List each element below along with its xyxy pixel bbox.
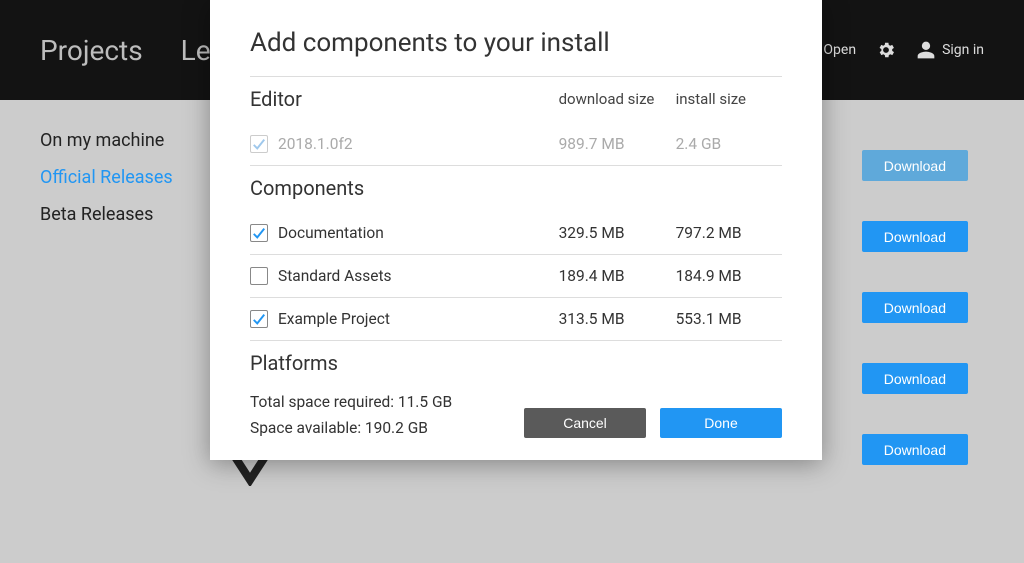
- download-button-column: Download Download Download Download Down…: [862, 150, 968, 465]
- checkbox-standard-assets[interactable]: [250, 267, 268, 285]
- signin-button[interactable]: Sign in: [916, 40, 984, 60]
- add-components-modal: Add components to your install Editor do…: [210, 0, 822, 460]
- component-install-size: 797.2 MB: [676, 212, 782, 254]
- component-name: Example Project: [278, 310, 390, 328]
- cancel-button[interactable]: Cancel: [524, 408, 646, 438]
- sidebar: On my machine Official Releases Beta Rel…: [40, 130, 173, 225]
- component-download-size: 189.4 MB: [559, 255, 676, 298]
- section-platforms: Platforms: [250, 345, 338, 375]
- section-editor: Editor: [250, 81, 302, 111]
- section-components: Components: [250, 170, 364, 200]
- column-download-size: download size: [559, 77, 676, 124]
- gear-icon: [876, 40, 896, 60]
- editor-download-size: 989.7 MB: [559, 123, 676, 165]
- component-row-example-project[interactable]: Example Project 313.5 MB 553.1 MB: [250, 298, 782, 341]
- component-row-documentation[interactable]: Documentation 329.5 MB 797.2 MB: [250, 212, 782, 254]
- components-table: Editor download size install size 2018.1…: [250, 76, 782, 387]
- sidebar-item-my-machine[interactable]: On my machine: [40, 130, 173, 151]
- download-button[interactable]: Download: [862, 363, 968, 394]
- checkbox-editor: [250, 135, 268, 153]
- checkbox-example-project[interactable]: [250, 310, 268, 328]
- component-download-size: 329.5 MB: [559, 212, 676, 254]
- column-install-size: install size: [676, 77, 782, 124]
- sidebar-item-beta-releases[interactable]: Beta Releases: [40, 204, 173, 225]
- component-download-size: 313.5 MB: [559, 298, 676, 341]
- check-icon: [252, 226, 266, 240]
- done-button[interactable]: Done: [660, 408, 782, 438]
- component-name: Documentation: [278, 224, 384, 242]
- component-install-size: 553.1 MB: [676, 298, 782, 341]
- modal-title: Add components to your install: [250, 28, 782, 58]
- download-button[interactable]: Download: [862, 434, 968, 465]
- nav-projects[interactable]: Projects: [40, 34, 143, 67]
- sidebar-item-official-releases[interactable]: Official Releases: [40, 167, 173, 188]
- settings-button[interactable]: [876, 40, 896, 60]
- open-label: Open: [823, 42, 856, 58]
- component-row-standard-assets[interactable]: Standard Assets 189.4 MB 184.9 MB: [250, 255, 782, 298]
- download-button[interactable]: Download: [862, 150, 968, 181]
- user-icon: [916, 40, 936, 60]
- component-install-size: 184.9 MB: [676, 255, 782, 298]
- editor-row: 2018.1.0f2 989.7 MB 2.4 GB: [250, 123, 782, 165]
- download-button[interactable]: Download: [862, 292, 968, 323]
- check-icon: [252, 137, 266, 151]
- component-name: Standard Assets: [278, 267, 392, 285]
- checkbox-documentation[interactable]: [250, 224, 268, 242]
- signin-label: Sign in: [942, 42, 984, 58]
- check-icon: [252, 312, 266, 326]
- editor-install-size: 2.4 GB: [676, 123, 782, 165]
- download-button[interactable]: Download: [862, 221, 968, 252]
- editor-version: 2018.1.0f2: [278, 135, 353, 153]
